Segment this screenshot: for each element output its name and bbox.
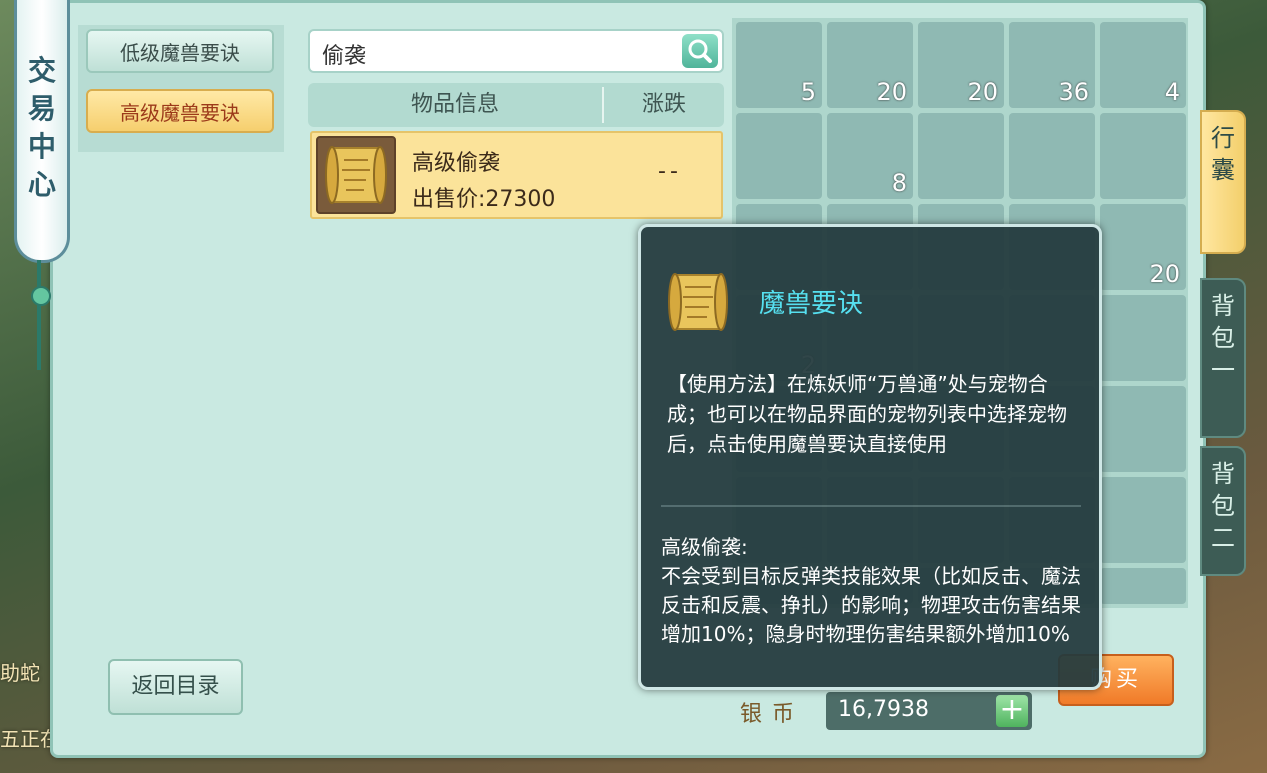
trade-center-banner: 交易中心 bbox=[14, 0, 70, 263]
tab-label-char: 背 bbox=[1211, 292, 1235, 320]
banner-title: 交易中心 bbox=[17, 52, 67, 204]
tab-backpack-1[interactable]: 背包一 bbox=[1200, 278, 1246, 438]
tooltip-description: 【使用方法】在炼妖师“万兽通”处与宠物合成；也可以在物品界面的宠物列表中选择宠物… bbox=[667, 372, 1067, 456]
item-name: 高级偷袭 bbox=[412, 151, 501, 176]
add-silver-button[interactable]: + bbox=[996, 695, 1028, 727]
tab-label-char: 行 bbox=[1211, 124, 1235, 152]
list-item[interactable]: 高级偷袭 出售价:27300 -- bbox=[310, 131, 723, 219]
slot-count: 20 bbox=[876, 78, 907, 106]
inventory-slot[interactable] bbox=[1100, 113, 1186, 199]
list-header: 物品信息 涨跌 bbox=[308, 83, 724, 127]
inventory-slot[interactable] bbox=[1100, 568, 1186, 604]
item-tooltip: 魔兽要诀 【使用方法】在炼妖师“万兽通”处与宠物合成；也可以在物品界面的宠物列表… bbox=[638, 224, 1102, 690]
slot-count: 20 bbox=[967, 78, 998, 106]
item-price: 出售价:27300 bbox=[412, 187, 556, 212]
inventory-slot[interactable] bbox=[736, 113, 822, 199]
tab-label-char: 包 bbox=[1211, 492, 1235, 520]
banner-char: 中 bbox=[27, 130, 56, 163]
tooltip-title: 魔兽要诀 bbox=[759, 289, 864, 319]
slot-count: 36 bbox=[1058, 78, 1089, 106]
plus-icon: + bbox=[999, 692, 1025, 727]
inventory-slot[interactable]: 36 bbox=[1009, 22, 1095, 108]
slot-count: 20 bbox=[1149, 260, 1180, 288]
slot-count: 4 bbox=[1164, 78, 1180, 106]
inventory-slot[interactable] bbox=[1009, 113, 1095, 199]
header-trend: 涨跌 bbox=[641, 92, 686, 117]
skill-description: 不会受到目标反弹类技能效果（比如反击、魔法反击和反震、挣扎）的影响；物理攻击伤害… bbox=[661, 564, 1081, 646]
slot-count: 5 bbox=[800, 78, 816, 106]
tab-label-char: 一 bbox=[1211, 356, 1235, 384]
tab-label-char: 二 bbox=[1211, 524, 1235, 552]
search-button[interactable] bbox=[682, 34, 718, 68]
inventory-slot[interactable] bbox=[1100, 295, 1186, 381]
item-trend: -- bbox=[658, 159, 682, 184]
silver-label: 银币 bbox=[740, 702, 805, 727]
scroll-icon bbox=[668, 273, 728, 331]
banner-tassel bbox=[37, 260, 41, 370]
tooltip-skill-info: 高级偷袭: 不会受到目标反弹类技能效果（比如反击、魔法反击和反震、挣扎）的影响；… bbox=[661, 533, 1081, 649]
tab-label-char: 背 bbox=[1211, 460, 1235, 488]
category-high-beast-skill[interactable]: 高级魔兽要诀 bbox=[86, 89, 274, 133]
banner-char: 心 bbox=[27, 168, 56, 201]
inventory-slot[interactable]: 20 bbox=[827, 22, 913, 108]
inventory-slot[interactable]: 8 bbox=[827, 113, 913, 199]
banner-char: 易 bbox=[27, 92, 56, 125]
search-input[interactable]: 偷袭 bbox=[322, 38, 366, 70]
back-to-catalog-button[interactable]: 返回目录 bbox=[108, 659, 243, 715]
tab-label-char: 囊 bbox=[1211, 156, 1235, 184]
category-low-beast-skill[interactable]: 低级魔兽要诀 bbox=[86, 29, 274, 73]
inventory-slot[interactable] bbox=[918, 113, 1004, 199]
inventory-slot[interactable]: 20 bbox=[1100, 204, 1186, 290]
category-list: 低级魔兽要诀 高级魔兽要诀 bbox=[78, 25, 284, 152]
tooltip-divider bbox=[661, 505, 1081, 507]
inventory-slot[interactable]: 20 bbox=[918, 22, 1004, 108]
skill-name: 高级偷袭: bbox=[661, 535, 748, 559]
search-box[interactable]: 偷袭 bbox=[308, 29, 724, 73]
tab-backpack-2[interactable]: 背包二 bbox=[1200, 446, 1246, 576]
scroll-icon bbox=[316, 136, 396, 214]
header-item-info: 物品信息 bbox=[410, 92, 499, 117]
inventory-slot[interactable] bbox=[1100, 477, 1186, 563]
inventory-slot[interactable]: 5 bbox=[736, 22, 822, 108]
inventory-slot[interactable]: 4 bbox=[1100, 22, 1186, 108]
banner-char: 交 bbox=[27, 54, 56, 87]
inventory-slot[interactable] bbox=[1100, 386, 1186, 472]
search-icon bbox=[688, 39, 712, 63]
silver-display: 16,7938 + bbox=[826, 692, 1032, 730]
silver-value: 16,7938 bbox=[838, 697, 929, 722]
tassel-bead bbox=[31, 286, 51, 306]
tab-label-char: 包 bbox=[1211, 324, 1235, 352]
slot-count: 8 bbox=[891, 169, 907, 197]
tab-bag[interactable]: 行囊 bbox=[1200, 110, 1246, 254]
